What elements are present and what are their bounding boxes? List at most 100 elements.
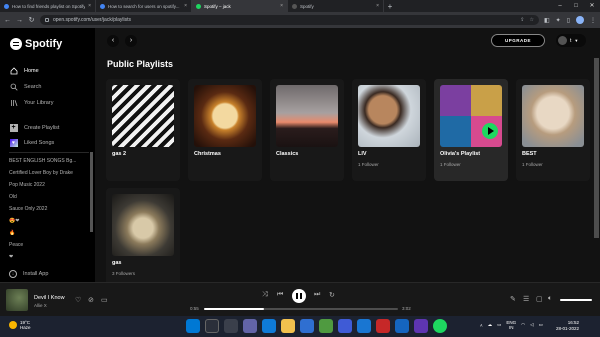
store-icon[interactable] (300, 319, 314, 333)
back-icon[interactable]: ← (4, 17, 11, 24)
avatar (558, 36, 567, 45)
speaker-icon[interactable]: ◁ (530, 322, 533, 328)
close-tab-icon[interactable]: × (184, 3, 187, 9)
app-icon[interactable] (414, 319, 428, 333)
playlist-card[interactable]: gas 2 (106, 79, 180, 181)
upgrade-button[interactable]: UPGRADE (491, 34, 545, 47)
file-explorer-icon[interactable] (281, 319, 295, 333)
search-taskbar-icon[interactable] (205, 319, 219, 333)
start-icon[interactable] (186, 319, 200, 333)
main-scrollbar[interactable] (594, 58, 599, 238)
app-icon[interactable] (395, 319, 409, 333)
forward-arrow-button[interactable]: › (125, 35, 137, 47)
playlist-card[interactable]: gas 3 Followers (106, 188, 180, 282)
queue-icon[interactable]: ☰ (523, 295, 529, 303)
usb-icon[interactable]: ▭ (497, 322, 501, 328)
install-app-button[interactable]: ↓ Install App (9, 270, 48, 278)
wifi-icon[interactable]: ◠ (521, 322, 525, 328)
close-tab-icon[interactable]: × (376, 3, 379, 9)
shuffle-icon[interactable]: ⤨ (262, 291, 268, 299)
now-playing-cover[interactable] (6, 289, 28, 311)
extension-icon[interactable]: ◧ (544, 17, 550, 24)
playlist-card[interactable]: Classics (270, 79, 344, 181)
browser-tab-active[interactable]: Spotify – jack × (192, 0, 288, 12)
playlist-cover-image (276, 85, 338, 147)
create-playlist-button[interactable]: + Create Playlist (9, 123, 59, 132)
chrome-icon[interactable] (319, 319, 333, 333)
close-tab-icon[interactable]: × (88, 3, 91, 9)
playlist-card[interactable]: BEST 1 Follower (516, 79, 590, 181)
sidebar-playlist-item[interactable]: Sauce Only 2022 (9, 203, 91, 215)
edge-icon[interactable] (262, 319, 276, 333)
home-icon (9, 66, 18, 75)
sidebar-playlist-item[interactable]: 🔥 (9, 227, 91, 239)
browser-tab[interactable]: How to search for users on spotify... × (96, 0, 192, 12)
profile-avatar[interactable] (576, 16, 584, 24)
reload-icon[interactable]: ↻ (28, 16, 35, 24)
volume-slider[interactable] (560, 299, 592, 301)
progress-bar[interactable] (204, 308, 398, 310)
menu-dots-icon[interactable]: ⋮ (590, 17, 596, 24)
minimize-icon[interactable]: – (552, 0, 568, 12)
sidebar-playlist-item[interactable]: BEST ENGLISH SONGS Bg... (9, 155, 91, 167)
browser-tab[interactable]: Spotify × (288, 0, 384, 12)
previous-icon[interactable]: ⏮ (277, 291, 283, 299)
heart-icon: ♥ (9, 138, 18, 147)
battery-icon[interactable]: ▭ (539, 322, 543, 328)
nav-search[interactable]: Search (9, 82, 41, 91)
close-window-icon[interactable]: ✕ (584, 0, 600, 12)
sidebar-playlist-item[interactable]: Peace (9, 239, 91, 251)
playlist-cover-image (522, 85, 584, 147)
connect-device-icon[interactable]: ▢ (536, 295, 543, 303)
browser-tab[interactable]: How to find friends playlist on Spotify.… (0, 0, 96, 12)
app-icon[interactable] (376, 319, 390, 333)
sidebar-playlist-item[interactable]: Pop Music 2022 (9, 179, 91, 191)
chat-icon[interactable] (243, 319, 257, 333)
weather-widget[interactable]: 19°C Haze (9, 320, 31, 330)
user-menu-button[interactable]: t ▼ (556, 34, 586, 47)
sidebar-playlist-item[interactable]: Certified Lover Boy by Drake (9, 167, 91, 179)
chevron-up-icon[interactable]: ˄ (480, 323, 483, 328)
track-artist[interactable]: Allie X (34, 303, 47, 308)
maximize-icon[interactable]: □ (568, 0, 584, 12)
next-icon[interactable]: ⏭ (314, 291, 320, 299)
pause-button[interactable] (292, 289, 306, 303)
forward-icon[interactable]: → (16, 17, 23, 24)
playlist-card-title: Christmas (194, 151, 221, 157)
sidebar-scrollbar[interactable] (90, 152, 93, 232)
windows-taskbar: 19°C Haze ˄ ☁ ▭ ENG IN ◠ ◁ ▭ 16:52 28-01… (0, 316, 600, 337)
liked-songs-button[interactable]: ♥ Liked Songs (9, 138, 54, 147)
playlist-card[interactable]: Olivia's Playlist 1 Follower (434, 79, 508, 181)
browser-toolbar: ← → ↻ open.spotify.com/user/jack/playlis… (0, 12, 600, 28)
sidepanel-icon[interactable]: ▯ (567, 17, 570, 24)
back-arrow-button[interactable]: ‹ (107, 35, 119, 47)
block-icon[interactable]: ⊘ (88, 296, 94, 304)
play-button[interactable] (482, 123, 498, 139)
spotify-logo[interactable]: Spotify (10, 38, 62, 50)
share-icon[interactable]: ⇪ (520, 17, 524, 23)
picture-in-picture-icon[interactable]: ▭ (101, 296, 108, 304)
sidebar-playlist-item[interactable]: ❤ (9, 251, 91, 263)
track-title[interactable]: Devil I Know (34, 295, 65, 301)
volume-icon[interactable]: 🔈︎ (548, 295, 552, 303)
sidebar-playlist-item[interactable]: Old (9, 191, 91, 203)
repeat-icon[interactable]: ↻ (329, 291, 335, 299)
close-tab-icon[interactable]: × (280, 3, 283, 9)
word-icon[interactable] (357, 319, 371, 333)
nav-home[interactable]: Home (9, 66, 39, 75)
puzzle-icon[interactable]: ✦ (556, 17, 561, 24)
lyrics-mic-icon[interactable]: ✎ (510, 295, 516, 303)
playlist-card[interactable]: LIV 1 Follower (352, 79, 426, 181)
heart-icon[interactable]: ♡ (75, 296, 81, 304)
playlist-card[interactable]: Christmas (188, 79, 262, 181)
cloud-icon[interactable]: ☁ (488, 322, 493, 328)
task-view-icon[interactable] (224, 319, 238, 333)
spotify-taskbar-icon[interactable] (433, 319, 447, 333)
vscode-icon[interactable] (338, 319, 352, 333)
address-bar[interactable]: open.spotify.com/user/jack/playlists ⇪ ☆ (40, 15, 539, 25)
nav-your-library[interactable]: Your Library (9, 98, 53, 107)
sidebar-playlist-item[interactable]: 😍❤ (9, 215, 91, 227)
system-clock[interactable]: 16:52 28-01-2022 (556, 320, 579, 332)
bookmark-star-icon[interactable]: ☆ (530, 17, 534, 23)
new-tab-button[interactable]: + (384, 0, 396, 12)
